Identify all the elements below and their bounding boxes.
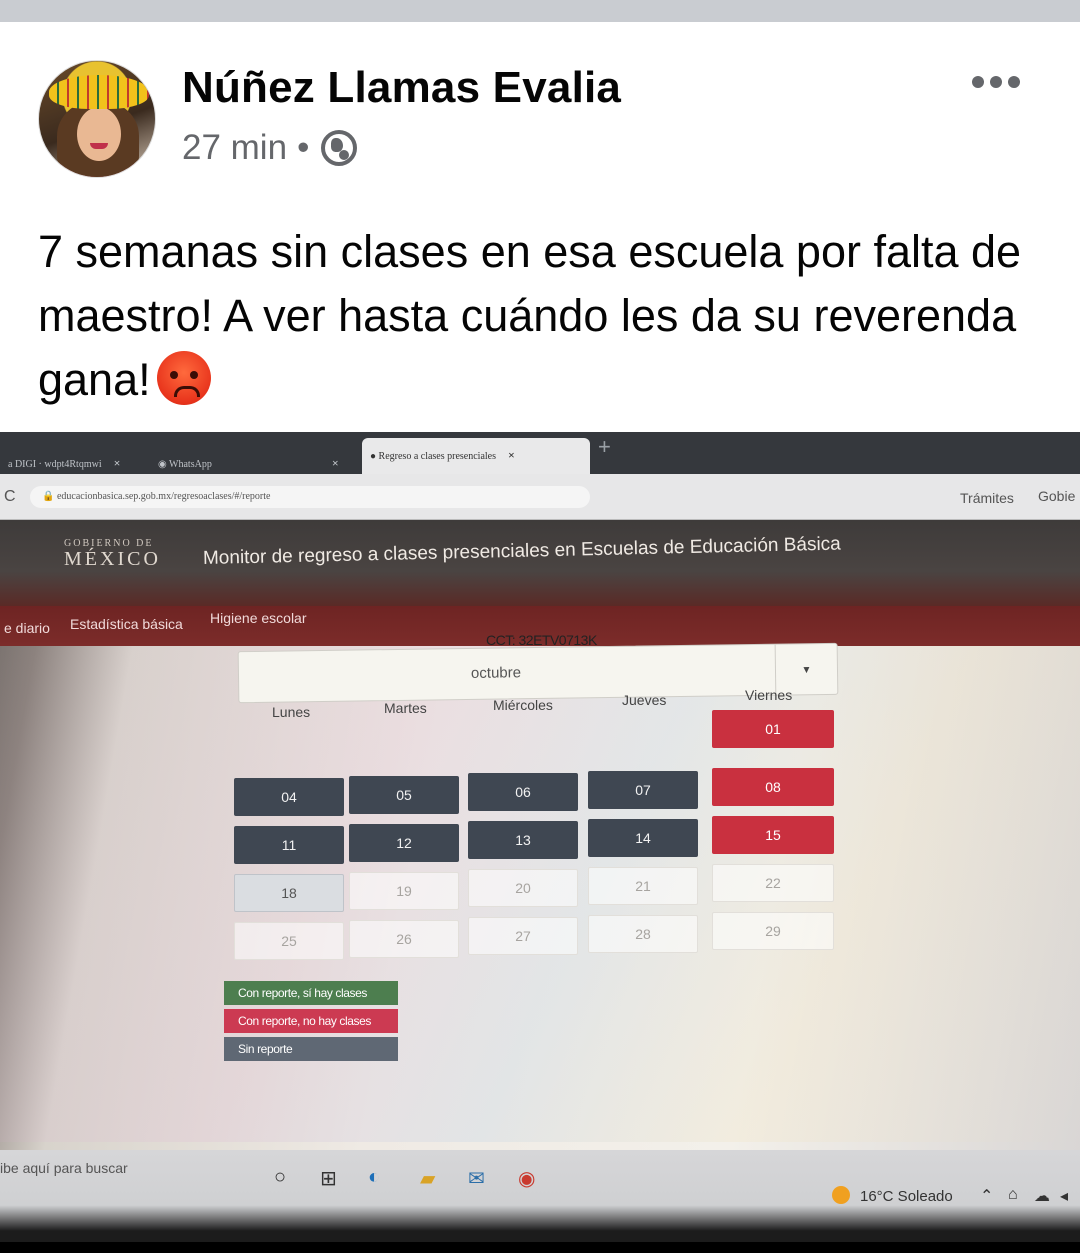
close-icon[interactable]: × [332, 456, 339, 470]
angry-face-icon [156, 351, 211, 405]
menu-item-diario[interactable]: e diario [4, 620, 50, 636]
tab-label: a DIGI · wdpt4Rtqmwi [8, 459, 102, 470]
author-name[interactable]: Núñez Llamas Evalia [182, 63, 621, 113]
dayname-miercoles: Miércoles [493, 697, 553, 713]
more-options-button[interactable] [972, 70, 1028, 94]
menu-item-higiene[interactable]: Higiene escolar [210, 610, 307, 626]
reload-icon[interactable]: C [4, 488, 16, 506]
more-dot-icon [1008, 76, 1020, 88]
file-explorer-icon[interactable]: ▰ [420, 1166, 435, 1191]
meta-separator: • [297, 128, 310, 167]
tab-label: Regreso a clases presenciales [378, 451, 496, 462]
nav-tramites[interactable]: Trámites [960, 490, 1014, 506]
calendar-day-12[interactable]: 12 [349, 823, 459, 862]
url-text: educacionbasica.sep.gob.mx/regresoaclase… [56, 491, 271, 502]
gob-logo-bottom: MÉXICO [64, 548, 161, 570]
dayname-martes: Martes [384, 700, 427, 716]
post-meta: 27 min • [182, 128, 358, 168]
address-bar: C 🔒 educacionbasica.sep.gob.mx/regresoac… [0, 474, 1080, 520]
more-dot-icon [990, 76, 1002, 88]
calendar-day-04[interactable]: 04 [234, 778, 344, 816]
avatar-face [77, 107, 121, 161]
close-icon[interactable]: × [114, 456, 121, 470]
chrome-icon[interactable]: ◉ [518, 1166, 535, 1191]
new-tab-icon[interactable]: + [598, 434, 611, 460]
calendar-day-01[interactable]: 01 [712, 710, 834, 749]
month-value: octubre [470, 664, 522, 682]
browser-tab-active[interactable]: ● Regreso a clases presenciales × [362, 438, 590, 474]
cortana-icon[interactable]: ○ [274, 1166, 286, 1189]
calendar-day-27[interactable]: 27 [468, 917, 578, 956]
tab-label: WhatsApp [169, 459, 212, 470]
url-field[interactable]: 🔒 educacionbasica.sep.gob.mx/regresoacla… [30, 486, 590, 508]
globe-icon[interactable] [321, 130, 358, 166]
legend-no-classes: Con reporte, no hay clases [224, 1009, 398, 1033]
post-text: 7 semanas sin clases en esa escuela por … [38, 220, 1048, 412]
calendar-day-08[interactable]: 08 [712, 768, 834, 807]
calendar-day-19[interactable]: 19 [349, 871, 459, 910]
browser-tabbar: a DIGI · wdpt4Rtqmwi × ◉ WhatsApp × ● Regr… [0, 432, 1080, 474]
calendar-day-25[interactable]: 25 [234, 922, 344, 960]
calendar-day-26[interactable]: 26 [349, 919, 459, 958]
calendar-day-05[interactable]: 05 [349, 775, 459, 814]
close-icon[interactable]: × [508, 448, 515, 462]
site-header [0, 520, 1080, 606]
legend-no-report: Sin reporte [224, 1037, 398, 1061]
taskbar-search[interactable]: ibe aquí para buscar [0, 1160, 128, 1176]
chevron-up-icon[interactable]: ⌃ [980, 1186, 993, 1206]
calendar-day-22[interactable]: 22 [712, 864, 834, 903]
cloud-icon[interactable]: ☁ [1034, 1186, 1050, 1206]
browser-tab[interactable]: ◉ WhatsApp × [150, 452, 350, 474]
network-icon[interactable]: ⌂ [1008, 1186, 1018, 1204]
task-view-icon[interactable]: ⊞ [320, 1166, 337, 1191]
weather-text[interactable]: 16°C Soleado [860, 1188, 953, 1205]
sun-icon [832, 1186, 850, 1204]
edge-icon[interactable]: ◐ [368, 1166, 380, 1189]
calendar-day-29[interactable]: 29 [712, 912, 834, 951]
calendar-day-07[interactable]: 07 [588, 770, 698, 809]
calendar-day-18[interactable]: 18 [234, 874, 344, 912]
browser-tab[interactable]: a DIGI · wdpt4Rtqmwi × [0, 452, 128, 474]
dayname-jueves: Jueves [622, 692, 667, 708]
calendar-day-21[interactable]: 21 [588, 866, 698, 905]
mail-icon[interactable]: ✉ [468, 1166, 485, 1191]
calendar-day-28[interactable]: 28 [588, 914, 698, 953]
calendar-day-14[interactable]: 14 [588, 818, 698, 857]
calendar-day-15[interactable]: 15 [712, 816, 834, 855]
author-avatar[interactable] [38, 60, 156, 178]
photo-bottom-edge [0, 1242, 1080, 1253]
post-time[interactable]: 27 min [182, 128, 287, 168]
calendar-day-11[interactable]: 11 [234, 826, 344, 864]
dayname-viernes: Viernes [745, 687, 793, 703]
dayname-lunes: Lunes [272, 704, 311, 720]
nav-gobierno[interactable]: Gobie [1038, 488, 1075, 504]
calendar-day-13[interactable]: 13 [468, 821, 578, 860]
calendar-day-20[interactable]: 20 [468, 869, 578, 908]
speaker-icon[interactable]: ◂ [1060, 1186, 1068, 1206]
menu-item-estadistica[interactable]: Estadística básica [70, 616, 183, 632]
status-strip [0, 0, 1080, 22]
avatar-hat [49, 75, 149, 109]
more-dot-icon [972, 76, 984, 88]
calendar-day-06[interactable]: 06 [468, 773, 578, 812]
legend-with-classes: Con reporte, sí hay clases [224, 981, 398, 1005]
